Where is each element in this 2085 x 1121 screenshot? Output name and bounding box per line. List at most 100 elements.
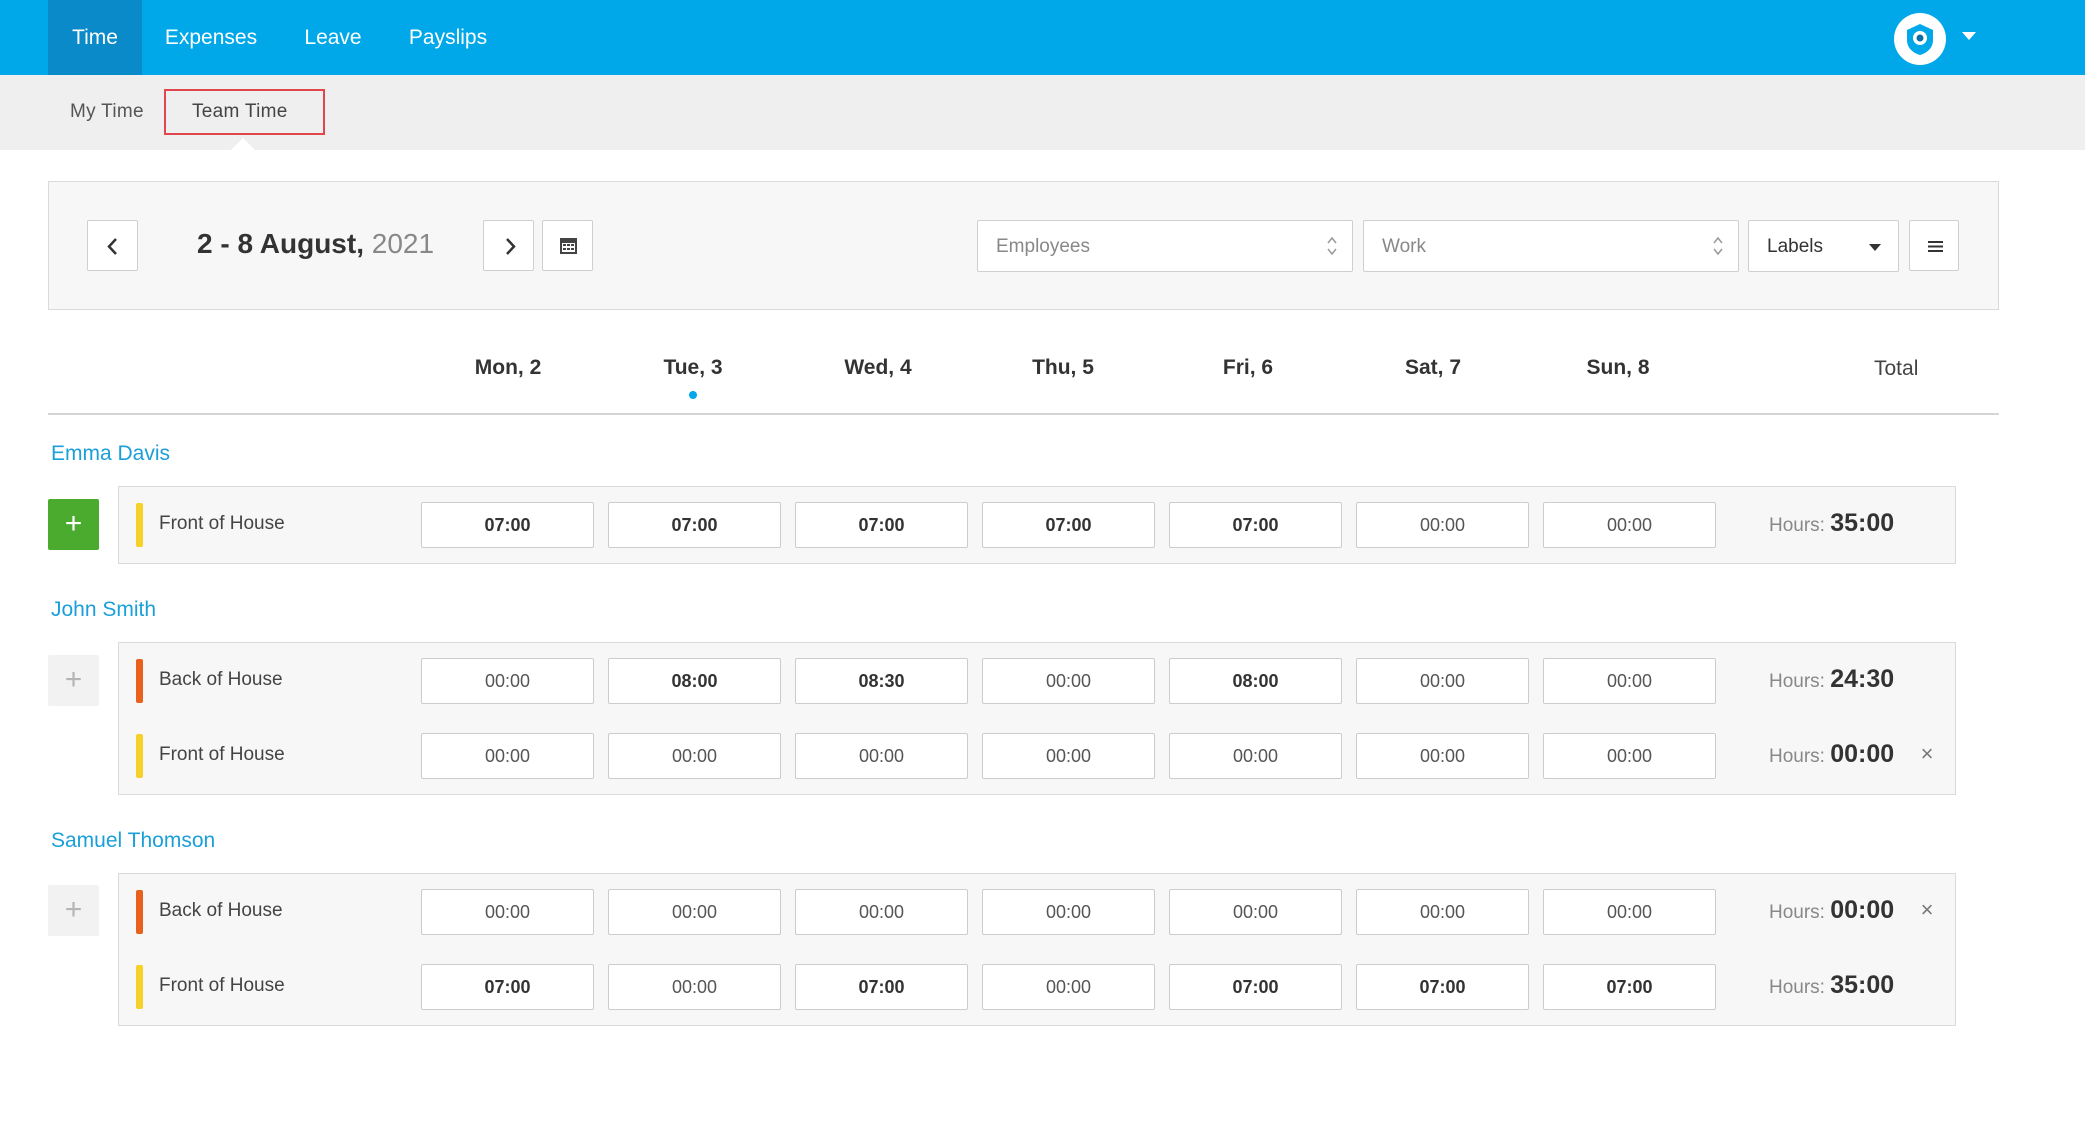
menu-button[interactable]: [1909, 220, 1959, 271]
employee-name[interactable]: Samuel Thomson: [51, 829, 215, 853]
time-entry-input[interactable]: 00:00: [982, 889, 1155, 935]
time-entry-input[interactable]: 08:00: [608, 658, 781, 704]
tab-expenses[interactable]: Expenses: [152, 0, 270, 75]
day-header: Thu, 5: [1032, 356, 1094, 379]
timesheet-row: Front of House 00:00 00:00 00:00 00:00 00:00 0…: [119, 718, 1957, 793]
calendar-button[interactable]: [542, 220, 593, 271]
time-entry-input[interactable]: 00:00: [421, 889, 594, 935]
time-entry-input[interactable]: 07:00: [795, 964, 968, 1010]
date-range: 2 - 8 August, 2021: [197, 228, 434, 260]
employee-name[interactable]: John Smith: [51, 598, 156, 622]
top-nav: Time Expenses Leave Payslips: [0, 0, 2085, 75]
time-entry-input[interactable]: 00:00: [982, 658, 1155, 704]
work-color-indicator: [136, 503, 143, 547]
plus-icon: +: [64, 893, 83, 926]
day-header: Sun, 8: [1586, 356, 1650, 379]
sort-arrows-icon: [1327, 236, 1337, 256]
work-select-placeholder: Work: [1382, 236, 1426, 257]
time-entry-input[interactable]: 00:00: [1356, 733, 1529, 779]
chevron-down-icon: [1869, 244, 1881, 251]
hours-value: 35:00: [1830, 509, 1895, 537]
hamburger-icon: [1928, 241, 1943, 252]
today-indicator: [689, 391, 697, 399]
employees-select[interactable]: Employees: [977, 220, 1353, 272]
time-entry-input[interactable]: 00:00: [1543, 889, 1716, 935]
time-entry-input[interactable]: 00:00: [1356, 658, 1529, 704]
subtab-my-time[interactable]: My Time: [70, 101, 144, 123]
plus-icon: +: [64, 663, 83, 696]
remove-row-close-icon[interactable]: ×: [1915, 898, 1939, 922]
add-row-button[interactable]: +: [48, 499, 99, 550]
time-entry-input[interactable]: 07:00: [1356, 964, 1529, 1010]
row-total-hours: Hours: 24:30: [1769, 665, 1894, 694]
next-week-button[interactable]: [483, 220, 534, 271]
time-entry-input[interactable]: 00:00: [1543, 658, 1716, 704]
work-type-label: Front of House: [159, 513, 285, 534]
add-row-button[interactable]: +: [48, 885, 99, 936]
day-header: Sat, 7: [1404, 356, 1462, 379]
row-total-hours: Hours: 35:00: [1769, 509, 1894, 538]
time-entry-input[interactable]: 00:00: [1356, 502, 1529, 548]
time-entry-input[interactable]: 00:00: [795, 733, 968, 779]
hours-value: 00:00: [1830, 896, 1895, 924]
hours-label: Hours:: [1769, 977, 1825, 998]
timesheet-row: Back of House 00:00 00:00 00:00 00:00 00:00 00…: [119, 874, 1957, 949]
active-subtab-notch: [230, 138, 256, 151]
plus-icon: +: [64, 507, 83, 540]
day-header: Wed, 4: [844, 356, 912, 379]
chevron-left-icon: [107, 238, 117, 255]
time-entry-input[interactable]: 00:00: [421, 658, 594, 704]
remove-row-close-icon[interactable]: ×: [1915, 742, 1939, 766]
time-entry-input[interactable]: 00:00: [982, 964, 1155, 1010]
work-color-indicator: [136, 734, 143, 778]
time-entry-input[interactable]: 07:00: [982, 502, 1155, 548]
time-entry-input[interactable]: 00:00: [421, 733, 594, 779]
user-avatar[interactable]: [1894, 13, 1946, 65]
time-entry-input[interactable]: 08:30: [795, 658, 968, 704]
time-entry-input[interactable]: 00:00: [1543, 502, 1716, 548]
day-header: Tue, 3: [663, 356, 723, 379]
user-logo-icon: [1907, 24, 1933, 55]
total-column-header: Total: [1874, 357, 1919, 380]
time-entry-input[interactable]: 07:00: [1543, 964, 1716, 1010]
hours-value: 35:00: [1830, 971, 1895, 999]
timesheet-group: Front of House 07:00 07:00 07:00 07:00 07:00 0…: [118, 486, 1956, 564]
hours-label: Hours:: [1769, 902, 1825, 923]
tab-time[interactable]: Time: [48, 0, 142, 75]
prev-week-button[interactable]: [87, 220, 138, 271]
time-entry-input[interactable]: 00:00: [795, 889, 968, 935]
row-total-hours: Hours: 35:00: [1769, 971, 1894, 1000]
work-type-label: Back of House: [159, 900, 283, 921]
row-total-hours: Hours: 00:00: [1769, 896, 1894, 925]
time-entry-input[interactable]: 00:00: [1543, 733, 1716, 779]
labels-dropdown[interactable]: Labels: [1748, 220, 1899, 272]
time-entry-input[interactable]: 00:00: [1356, 889, 1529, 935]
time-entry-input[interactable]: 07:00: [795, 502, 968, 548]
time-entry-input[interactable]: 07:00: [421, 502, 594, 548]
header-divider: [48, 413, 1999, 415]
time-entry-input[interactable]: 07:00: [1169, 502, 1342, 548]
time-entry-input[interactable]: 00:00: [982, 733, 1155, 779]
work-select[interactable]: Work: [1363, 220, 1739, 272]
time-entry-input[interactable]: 00:00: [608, 889, 781, 935]
tab-leave[interactable]: Leave: [292, 0, 374, 75]
time-entry-input[interactable]: 07:00: [608, 502, 781, 548]
time-entry-input[interactable]: 08:00: [1169, 658, 1342, 704]
employee-name[interactable]: Emma Davis: [51, 442, 170, 466]
work-color-indicator: [136, 659, 143, 703]
work-type-label: Front of House: [159, 975, 285, 996]
timesheet-row: Back of House 00:00 08:00 08:30 00:00 08:00 00…: [119, 643, 1957, 718]
timesheet-group: Back of House 00:00 08:00 08:30 00:00 08:00 00…: [118, 642, 1956, 795]
time-entry-input[interactable]: 07:00: [1169, 964, 1342, 1010]
hours-value: 00:00: [1830, 740, 1895, 768]
user-menu-chevron-down-icon[interactable]: [1962, 32, 1976, 40]
timesheet-row: Front of House 07:00 07:00 07:00 07:00 07:00 0…: [119, 487, 1957, 562]
timesheet-row: Front of House 07:00 00:00 07:00 00:00 07:00 0…: [119, 949, 1957, 1024]
time-entry-input[interactable]: 00:00: [608, 733, 781, 779]
time-entry-input[interactable]: 07:00: [421, 964, 594, 1010]
time-entry-input[interactable]: 00:00: [1169, 733, 1342, 779]
add-row-button[interactable]: +: [48, 655, 99, 706]
time-entry-input[interactable]: 00:00: [1169, 889, 1342, 935]
tab-payslips[interactable]: Payslips: [396, 0, 500, 75]
time-entry-input[interactable]: 00:00: [608, 964, 781, 1010]
